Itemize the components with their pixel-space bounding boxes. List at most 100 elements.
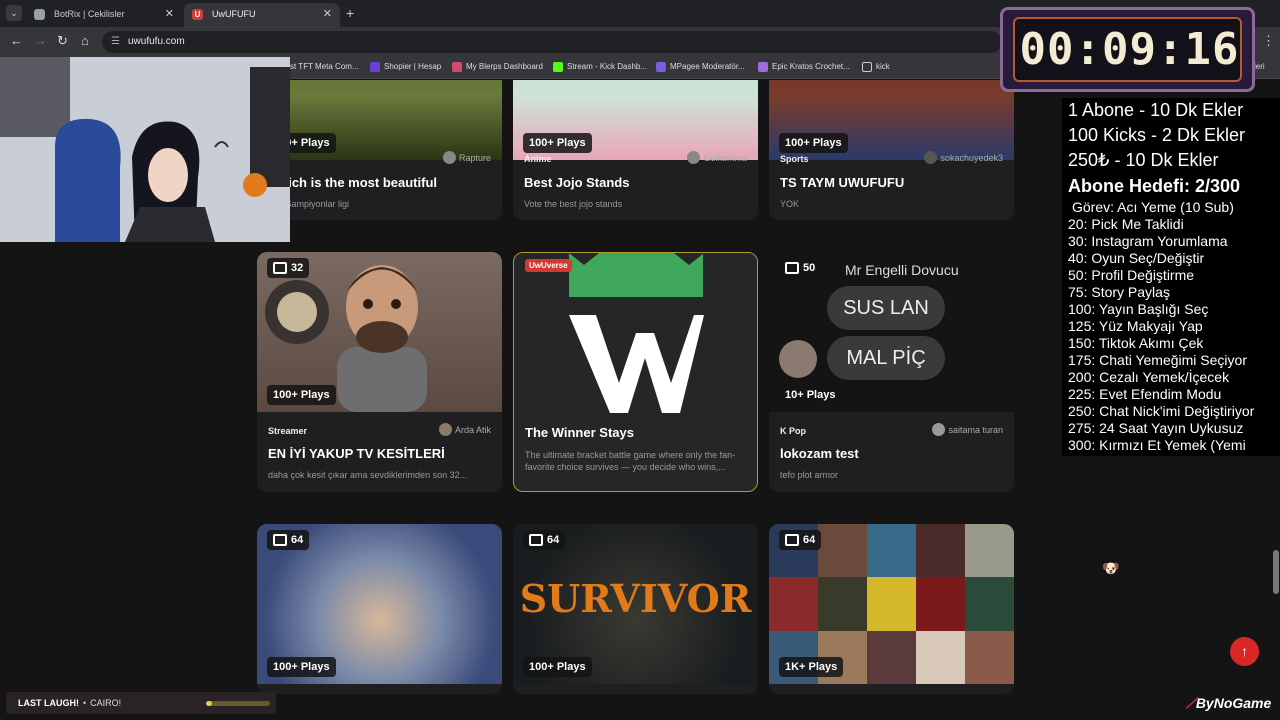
plays-badge: 1K+ Plays [779,657,844,677]
goal-item: 125: Yüz Makyajı Yap [1068,318,1203,334]
goal-item: 225: Evet Efendim Modu [1068,386,1222,402]
browser-menu-icon[interactable]: ⋮ [1262,33,1275,49]
countdown-timer: 00:09:16 [1000,7,1255,92]
tab-label: BotRix | Cekilisler [54,9,125,19]
chat-avatar [779,340,817,378]
goal-rule: 1 Abone - 10 Dk Ekler [1068,100,1244,120]
chat-bubble: MAL PİÇ [827,336,945,380]
tab-botrix[interactable]: BotRix | Cekilisler ✕ [26,3,182,27]
card-category: Streamer [268,426,308,436]
plays-badge: 100+ Plays [523,657,592,677]
home-icon[interactable]: ⌂ [81,33,89,48]
author-name: Gelkorkma [703,153,747,163]
scroll-to-top-button[interactable]: ↑ [1230,637,1259,666]
tab-label: UwUFUFU [212,9,256,19]
card-title: TS TAYM UWUFUFU [780,175,905,190]
quiz-card[interactable]: 100+ Plays Sports sokachuyedek3 TS TAYM … [769,80,1014,220]
brand-logo: ⟋ByNoGame [1186,695,1271,712]
bookmark-item[interactable]: Shopier | Hesap [370,57,441,77]
item-count: 64 [547,534,560,546]
bookmark-favicon-icon [370,62,380,72]
reload-icon[interactable]: ↻ [57,33,68,49]
goal-rule: 100 Kicks - 2 Dk Ekler [1068,125,1246,145]
ticker-separator: • [83,698,87,708]
featured-card[interactable]: UwUverse The Winner Stays The ultimate b… [513,252,758,492]
author[interactable]: Rapture [442,151,491,164]
site-info-icon[interactable]: ☰ [111,31,120,53]
back-icon[interactable]: ← [10,33,23,48]
quiz-card[interactable]: 32 100+ Plays Streamer Arda Atik EN İYİ … [257,252,502,492]
item-count: 32 [291,262,304,274]
bookmark-label: kick [876,62,890,71]
alert-ticker: LAST LAUGH! • CAIRO! [6,692,276,714]
card-title: EN İYİ YAKUP TV KESİTLERİ [268,446,445,461]
brand-text: ByNoGame [1195,695,1272,711]
page-scrollbar[interactable] [1272,80,1280,690]
goal-item: 175: Chati Yemeğimi Seçiyor [1068,352,1247,368]
author[interactable]: sokachuyedek3 [924,151,1003,164]
item-count-badge: 64 [523,530,566,550]
quiz-card[interactable]: Mr Engelli Dovucu SUS LAN MAL PİÇ 50 10+… [769,252,1014,492]
bookmark-item[interactable]: Stream - Kick Dashb... [553,57,647,77]
bookmark-item[interactable]: MPagee Moderatör... [656,57,745,77]
scrollbar-thumb[interactable] [1273,550,1279,594]
tab-search-button[interactable]: ⌄ [6,5,22,21]
goal-item: 150: Tiktok Akımı Çek [1068,335,1204,351]
bookmark-label: st TFT Meta Com... [290,62,359,71]
goal-item: 50: Profil Değiştirme [1068,267,1195,283]
card-description: Adli Şampiyonlar ligi [268,199,350,209]
item-count-badge: 64 [779,530,822,550]
bookmark-label: leri [1254,62,1265,71]
author-name: saitama turan [948,425,1003,435]
goal-rule: 250₺ - 10 Dk Ekler [1068,150,1219,170]
goal-item: 200: Cezalı Yemek/İçecek [1068,369,1230,385]
bookmark-item[interactable]: My Blerps Dashboard [452,57,543,77]
author[interactable]: Gelkorkma [687,151,747,164]
tab-uwufufu[interactable]: U UwUFUFU ✕ [184,3,340,27]
streamer-webcam-image [0,57,290,242]
card-description: tefo plot armor [780,470,839,480]
plays-badge: 100+ Plays [779,133,848,153]
timer-frame: 00:09:16 [1013,17,1242,82]
author-name: Rapture [458,153,491,163]
item-count-badge: 64 [267,530,310,550]
bookmark-favicon-icon [758,62,768,72]
webcam-overlay [0,57,290,242]
bookmark-overflow[interactable]: leri [1254,57,1265,77]
ticker-progress [206,701,270,706]
close-icon[interactable]: ✕ [165,3,174,25]
close-icon[interactable]: ✕ [323,3,332,25]
item-count-badge: 50 [779,258,822,278]
user-avatar-icon [687,151,701,164]
bookmark-folder[interactable]: kick [862,57,890,77]
card-category: K Pop [780,426,806,436]
bookmark-label: My Blerps Dashboard [466,62,543,71]
author-name: Arda Atik [454,425,491,435]
quiz-card[interactable]: 64 1K+ Plays [769,524,1014,694]
bookmark-label: Stream - Kick Dashb... [567,62,648,71]
forward-icon[interactable]: → [34,33,47,48]
botrix-favicon-icon [34,9,45,20]
quiz-card[interactable]: 64 100+ Plays [257,524,502,694]
uwuverse-badge: UwUverse [525,259,572,272]
author[interactable]: Arda Atik [438,423,491,436]
goal-item: 250: Chat Nick'imi Değiştiriyor [1068,403,1255,419]
goal-task: Görev: Acı Yeme (10 Sub) [1072,199,1234,215]
ticker-text: CAIRO! [90,698,122,708]
quiz-card[interactable]: 100+ Plays Rapture Which is the most bea… [257,80,502,220]
goal-item: 300: Kırmızı Et Yemek (Yemi [1068,437,1246,453]
goal-item: 20: Pick Me Taklidi [1068,216,1184,232]
plays-badge: 10+ Plays [779,385,842,405]
survivor-logo: SURVIVOR [519,576,752,621]
card-description: The ultimate bracket battle game where o… [525,450,736,472]
quiz-card[interactable]: SURVIVOR 64 100+ Plays [513,524,758,694]
item-count: 64 [291,534,304,546]
cards-stack-icon [273,534,287,546]
address-bar[interactable]: ☰ uwufufu.com [102,31,1002,53]
card-category: Anime [524,154,552,164]
quiz-card[interactable]: 100+ Plays Anime Gelkorkma Best Jojo Sta… [513,80,758,220]
author[interactable]: saitama turan [932,423,1003,436]
new-tab-button[interactable]: + [346,5,354,21]
pet-cursor-icon: 🐶 [1102,560,1120,576]
bookmark-item[interactable]: Epic Kratos Crochet... [758,57,850,77]
